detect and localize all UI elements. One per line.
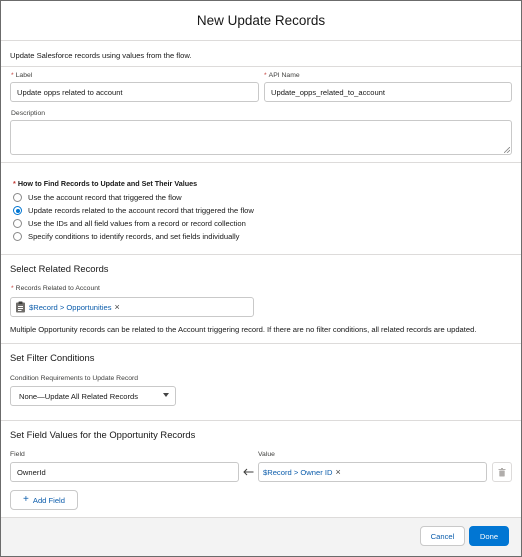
radio-option-triggered-record[interactable]: Use the account record that triggered th… [13,192,182,203]
field-values-section-title: Set Field Values for the Opportunity Rec… [10,429,196,440]
value-input[interactable]: $Record > Owner ID × [258,462,487,482]
field-column-label: Field [10,451,25,458]
records-related-input[interactable]: $Record > Opportunities × [10,297,254,317]
divider [1,254,521,255]
required-marker: * [264,72,267,79]
records-related-pill[interactable]: $Record > Opportunities [29,303,112,312]
description-textarea[interactable] [10,120,512,155]
radio-label: Update records related to the account re… [28,206,254,215]
related-records-help-text: Multiple Opportunity records can be rela… [10,325,477,334]
api-name-label-text: API Name [268,72,300,79]
intro-text: Update Salesforce records using values f… [10,51,192,60]
condition-requirements-select[interactable]: None—Update All Related Records [10,386,176,406]
record-clipboard-icon [16,301,25,313]
cancel-button[interactable]: Cancel [420,526,465,546]
plus-icon: + [23,494,29,505]
radio-label: Specify conditions to identify records, … [28,232,240,241]
condition-requirements-value: None—Update All Related Records [19,391,139,401]
modal-header: New Update Records [1,1,521,41]
label-field-label-text: Label [15,72,33,79]
description-label: Description [11,110,45,117]
remove-pill-icon[interactable]: × [115,302,120,312]
divider [1,66,521,67]
label-input[interactable]: Update opps related to account [10,82,259,102]
related-records-section-title: Select Related Records [10,263,109,274]
required-marker: * [13,179,16,188]
arrow-left-icon [243,468,254,476]
modal-body: Update Salesforce records using values f… [1,41,521,517]
label-field-label: * Label [11,72,32,79]
required-marker: * [11,285,14,292]
trash-icon [498,467,506,476]
radio-label: Use the account record that triggered th… [28,193,182,202]
divider [1,343,521,344]
chevron-down-icon [163,393,169,397]
value-pill[interactable]: $Record > Owner ID [263,468,332,477]
radio-button-selected[interactable] [13,206,22,215]
how-to-find-title: * How to Find Records to Update and Set T… [13,179,197,188]
radio-option-ids-and-values[interactable]: Use the IDs and all field values from a … [13,218,246,229]
filter-section-title: Set Filter Conditions [10,352,95,363]
condition-requirements-label: Condition Requirements to Update Record [10,375,139,382]
modal-title: New Update Records [196,13,326,28]
radio-option-specify-conditions[interactable]: Specify conditions to identify records, … [13,231,239,242]
update-records-modal: New Update Records Update Salesforce rec… [0,0,522,557]
radio-button[interactable] [13,193,22,202]
records-related-label: * Records Related to Account [11,285,100,292]
delete-row-button[interactable] [492,462,512,482]
modal-footer: Cancel Done [1,517,521,556]
field-input[interactable]: OwnerId [10,462,239,482]
divider [1,420,521,421]
value-column-label: Value [258,451,275,458]
required-marker: * [11,72,14,79]
remove-pill-icon[interactable]: × [335,467,340,477]
divider [1,162,521,163]
api-name-input[interactable]: Update_opps_related_to_account [264,82,512,102]
how-to-find-title-text: How to Find Records to Update and Set Th… [17,179,198,188]
add-field-button[interactable]: + Add Field [10,490,78,510]
add-field-label: Add Field [32,495,65,505]
resize-handle-icon[interactable] [504,147,510,153]
radio-button[interactable] [13,219,22,228]
radio-label: Use the IDs and all field values from a … [28,219,246,228]
radio-button[interactable] [13,232,22,241]
radio-option-related-records[interactable]: Update records related to the account re… [13,205,254,216]
api-name-label: * API Name [264,72,300,79]
records-related-label-text: Records Related to Account [15,285,100,292]
done-button[interactable]: Done [469,526,509,546]
